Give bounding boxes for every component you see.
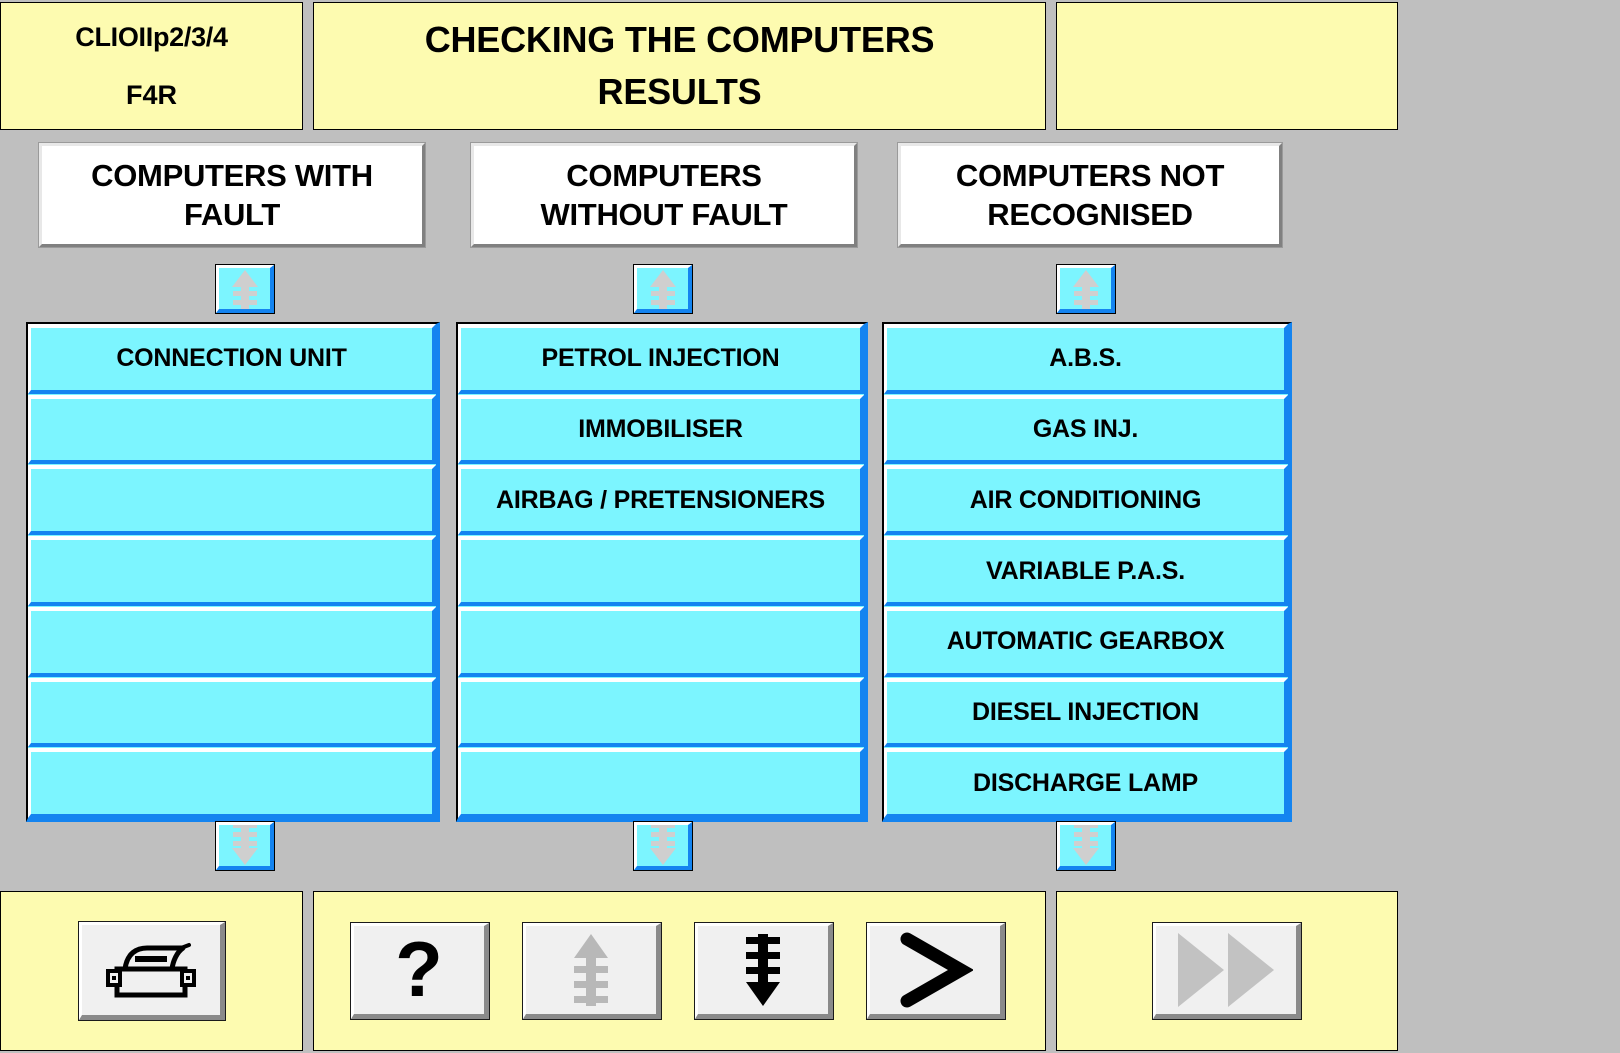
list-item[interactable]: CONNECTION UNIT [28, 324, 436, 394]
scroll-up-icon [649, 269, 676, 309]
scroll-up-button-column-1[interactable] [215, 264, 275, 314]
header-right-panel [1056, 2, 1398, 130]
column-header-line1: COMPUTERS [566, 157, 762, 193]
help-button[interactable]: ? [350, 922, 490, 1020]
list-item[interactable] [28, 748, 436, 819]
column-header-line2: RECOGNISED [987, 197, 1193, 232]
list-item[interactable]: GAS INJ. [884, 394, 1288, 465]
toolbar-group-navigation: ? [313, 891, 1046, 1051]
vehicle-info-panel: CLIOIIp2/3/4 F4R [0, 2, 303, 130]
list-item[interactable]: DISCHARGE LAMP [884, 748, 1288, 819]
list-item[interactable]: A.B.S. [884, 324, 1288, 394]
page-title-panel: CHECKING THE COMPUTERS RESULTS [313, 2, 1046, 130]
fast-scroll-down-icon [746, 934, 780, 1006]
scroll-up-icon [231, 269, 258, 309]
scroll-down-icon [1072, 825, 1099, 865]
column-computers-without-fault: COMPUTERS WITHOUT FAULT PETROL INJECTION… [456, 132, 892, 889]
list-computers-not-recognised: A.B.S. GAS INJ. AIR CONDITIONING VARIABL… [882, 322, 1292, 822]
column-header-line2: WITHOUT FAULT [540, 197, 788, 232]
column-header-label: COMPUTERS NOT RECOGNISED [955, 156, 1225, 234]
column-header-label: COMPUTERS WITHOUT FAULT [541, 156, 788, 234]
list-item[interactable] [458, 606, 864, 677]
list-item-label: GAS INJ. [1032, 415, 1139, 444]
column-header-computers-with-fault[interactable]: COMPUTERS WITH FAULT [39, 143, 425, 247]
list-item[interactable] [28, 394, 436, 465]
column-header-line1: COMPUTERS WITH [91, 157, 373, 193]
toolbar-group-forward [1056, 891, 1398, 1051]
column-header-computers-not-recognised[interactable]: COMPUTERS NOT RECOGNISED [898, 143, 1282, 247]
list-item[interactable] [458, 536, 864, 606]
list-item-label: IMMOBILISER [578, 415, 743, 444]
fast-forward-icon [1178, 933, 1274, 1007]
printer-icon [105, 943, 196, 998]
computer-lists-area: COMPUTERS WITH FAULT CONNECTION UNIT COM… [0, 132, 1398, 889]
page-title-line1: CHECKING THE COMPUTERS [424, 18, 935, 60]
engine-code-label: F4R [125, 80, 177, 110]
header-bar: CLIOIIp2/3/4 F4R CHECKING THE COMPUTERS … [0, 0, 1398, 132]
scroll-down-icon [649, 825, 676, 865]
print-button[interactable] [77, 921, 226, 1021]
column-header-computers-without-fault[interactable]: COMPUTERS WITHOUT FAULT [471, 143, 857, 247]
list-item-label: A.B.S. [1049, 344, 1122, 373]
chevron-right-icon [900, 932, 973, 1008]
scroll-down-button-column-3[interactable] [1056, 821, 1116, 871]
scroll-up-button-column-2[interactable] [633, 264, 693, 314]
scroll-down-icon [231, 825, 258, 865]
list-item-label: PETROL INJECTION [541, 344, 780, 373]
column-computers-with-fault: COMPUTERS WITH FAULT CONNECTION UNIT [26, 132, 462, 889]
list-computers-without-fault: PETROL INJECTION IMMOBILISER AIRBAG / PR… [456, 322, 868, 822]
next-button[interactable] [866, 922, 1006, 1020]
column-computers-not-recognised: COMPUTERS NOT RECOGNISED A.B.S. GAS INJ.… [882, 132, 1318, 889]
column-header-line1: COMPUTERS NOT [955, 157, 1225, 193]
list-item[interactable] [28, 465, 436, 536]
page-title-line2: RESULTS [597, 71, 762, 112]
list-item-label: DIESEL INJECTION [972, 697, 1199, 726]
page-down-button[interactable] [694, 922, 834, 1020]
column-header-label: COMPUTERS WITH FAULT [91, 156, 373, 234]
list-item-label: DISCHARGE LAMP [973, 768, 1198, 797]
list-item[interactable] [28, 606, 436, 677]
list-item[interactable] [458, 748, 864, 819]
list-item[interactable]: AUTOMATIC GEARBOX [884, 606, 1288, 677]
list-item[interactable]: AIR CONDITIONING [884, 465, 1288, 536]
scroll-up-button-column-3[interactable] [1056, 264, 1116, 314]
scroll-down-button-column-2[interactable] [633, 821, 693, 871]
toolbar-group-print [0, 891, 303, 1051]
list-item-label: AIR CONDITIONING [969, 485, 1202, 514]
list-item[interactable]: VARIABLE P.A.S. [884, 536, 1288, 606]
list-item[interactable]: AIRBAG / PRETENSIONERS [458, 465, 864, 536]
list-item-label: CONNECTION UNIT [116, 344, 347, 373]
list-item-label: AIRBAG / PRETENSIONERS [496, 485, 825, 514]
list-item[interactable]: IMMOBILISER [458, 394, 864, 465]
list-item[interactable]: DIESEL INJECTION [884, 677, 1288, 748]
column-header-line2: FAULT [183, 197, 281, 232]
scroll-up-icon [1072, 269, 1099, 309]
page-up-button[interactable] [522, 922, 662, 1020]
list-item[interactable] [458, 677, 864, 748]
bottom-toolbar: ? [0, 891, 1398, 1053]
fast-scroll-up-icon [574, 934, 608, 1006]
vehicle-model-label: CLIOIIp2/3/4 [75, 21, 228, 52]
list-item[interactable]: PETROL INJECTION [458, 324, 864, 394]
fast-forward-button[interactable] [1152, 922, 1302, 1020]
list-item[interactable] [28, 677, 436, 748]
scroll-down-button-column-1[interactable] [215, 821, 275, 871]
list-computers-with-fault: CONNECTION UNIT [26, 322, 440, 822]
list-item-label: VARIABLE P.A.S. [986, 556, 1185, 585]
list-item-label: AUTOMATIC GEARBOX [946, 627, 1225, 656]
list-item[interactable] [28, 536, 436, 606]
question-mark-icon: ? [395, 925, 443, 1014]
